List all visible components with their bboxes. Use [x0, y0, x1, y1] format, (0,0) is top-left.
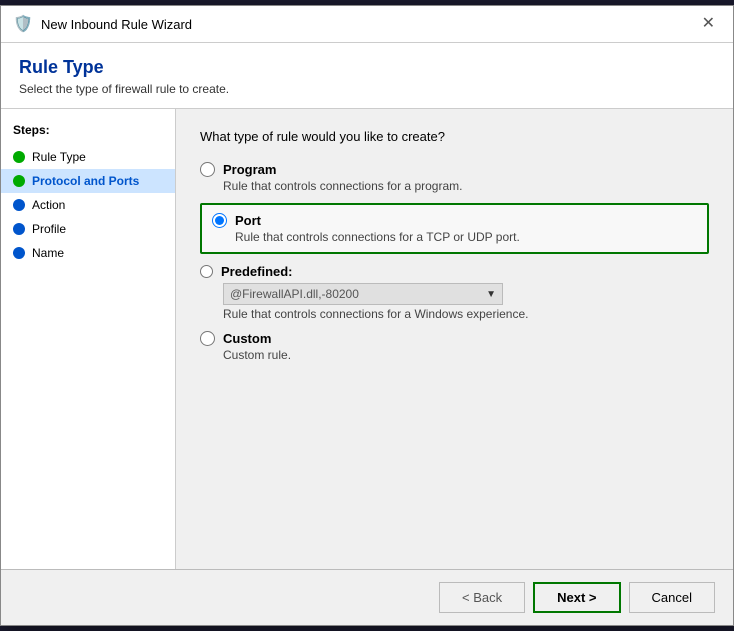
option-group: Program Rule that controls connections f… — [200, 162, 709, 362]
radio-predefined[interactable] — [200, 265, 213, 278]
radio-custom[interactable] — [200, 331, 215, 346]
page-subtitle: Select the type of firewall rule to crea… — [19, 82, 715, 96]
sidebar-label-name: Name — [32, 246, 64, 260]
sidebar-item-profile[interactable]: Profile — [1, 217, 175, 241]
sidebar: Steps: Rule Type Protocol and Ports Acti… — [1, 109, 176, 569]
label-custom[interactable]: Custom — [223, 331, 271, 346]
dot-protocol-and-ports — [13, 175, 25, 187]
title-bar-left: 🛡️ New Inbound Rule Wizard — [13, 14, 192, 34]
sidebar-label-profile: Profile — [32, 222, 66, 236]
cancel-button[interactable]: Cancel — [629, 582, 715, 613]
option-port: Port Rule that controls connections for … — [200, 203, 709, 254]
main-content: What type of rule would you like to crea… — [176, 109, 733, 569]
wizard-window: 🛡️ New Inbound Rule Wizard ✕ Rule Type S… — [0, 5, 734, 626]
option-predefined-row: Predefined: — [200, 264, 709, 279]
sidebar-item-rule-type[interactable]: Rule Type — [1, 145, 175, 169]
radio-port[interactable] — [212, 213, 227, 228]
title-bar: 🛡️ New Inbound Rule Wizard ✕ — [1, 6, 733, 43]
label-program[interactable]: Program — [223, 162, 276, 177]
window-title: New Inbound Rule Wizard — [41, 17, 192, 32]
close-button[interactable]: ✕ — [696, 14, 721, 34]
option-predefined: Predefined: @FirewallAPI.dll,-80200 ▼ Ru… — [200, 264, 709, 321]
sidebar-item-action[interactable]: Action — [1, 193, 175, 217]
header: Rule Type Select the type of firewall ru… — [1, 43, 733, 109]
back-button[interactable]: < Back — [439, 582, 525, 613]
dot-action — [13, 199, 25, 211]
option-custom-row: Custom — [200, 331, 709, 346]
desc-port: Rule that controls connections for a TCP… — [235, 230, 697, 244]
sidebar-label-rule-type: Rule Type — [32, 150, 86, 164]
label-port[interactable]: Port — [235, 213, 261, 228]
chevron-down-icon: ▼ — [486, 289, 496, 300]
main-question: What type of rule would you like to crea… — [200, 129, 709, 144]
sidebar-item-protocol-and-ports[interactable]: Protocol and Ports — [1, 169, 175, 193]
sidebar-item-name[interactable]: Name — [1, 241, 175, 265]
steps-label: Steps: — [1, 123, 175, 145]
option-program: Program Rule that controls connections f… — [200, 162, 709, 193]
dot-profile — [13, 223, 25, 235]
next-button[interactable]: Next > — [533, 582, 620, 613]
dot-name — [13, 247, 25, 259]
content-area: Steps: Rule Type Protocol and Ports Acti… — [1, 109, 733, 569]
page-title: Rule Type — [19, 57, 715, 78]
sidebar-label-action: Action — [32, 198, 65, 212]
desc-predefined: Rule that controls connections for a Win… — [223, 307, 709, 321]
predefined-dropdown[interactable]: @FirewallAPI.dll,-80200 ▼ — [223, 283, 503, 305]
predefined-dropdown-value: @FirewallAPI.dll,-80200 — [230, 287, 359, 301]
option-custom: Custom Custom rule. — [200, 331, 709, 362]
desc-custom: Custom rule. — [223, 348, 709, 362]
window-icon: 🛡️ — [13, 14, 33, 34]
dot-rule-type — [13, 151, 25, 163]
option-program-row: Program — [200, 162, 709, 177]
sidebar-label-protocol-and-ports: Protocol and Ports — [32, 174, 139, 188]
footer: < Back Next > Cancel — [1, 569, 733, 625]
label-predefined[interactable]: Predefined: — [221, 264, 293, 279]
radio-program[interactable] — [200, 162, 215, 177]
option-port-row: Port — [212, 213, 697, 228]
desc-program: Rule that controls connections for a pro… — [223, 179, 709, 193]
